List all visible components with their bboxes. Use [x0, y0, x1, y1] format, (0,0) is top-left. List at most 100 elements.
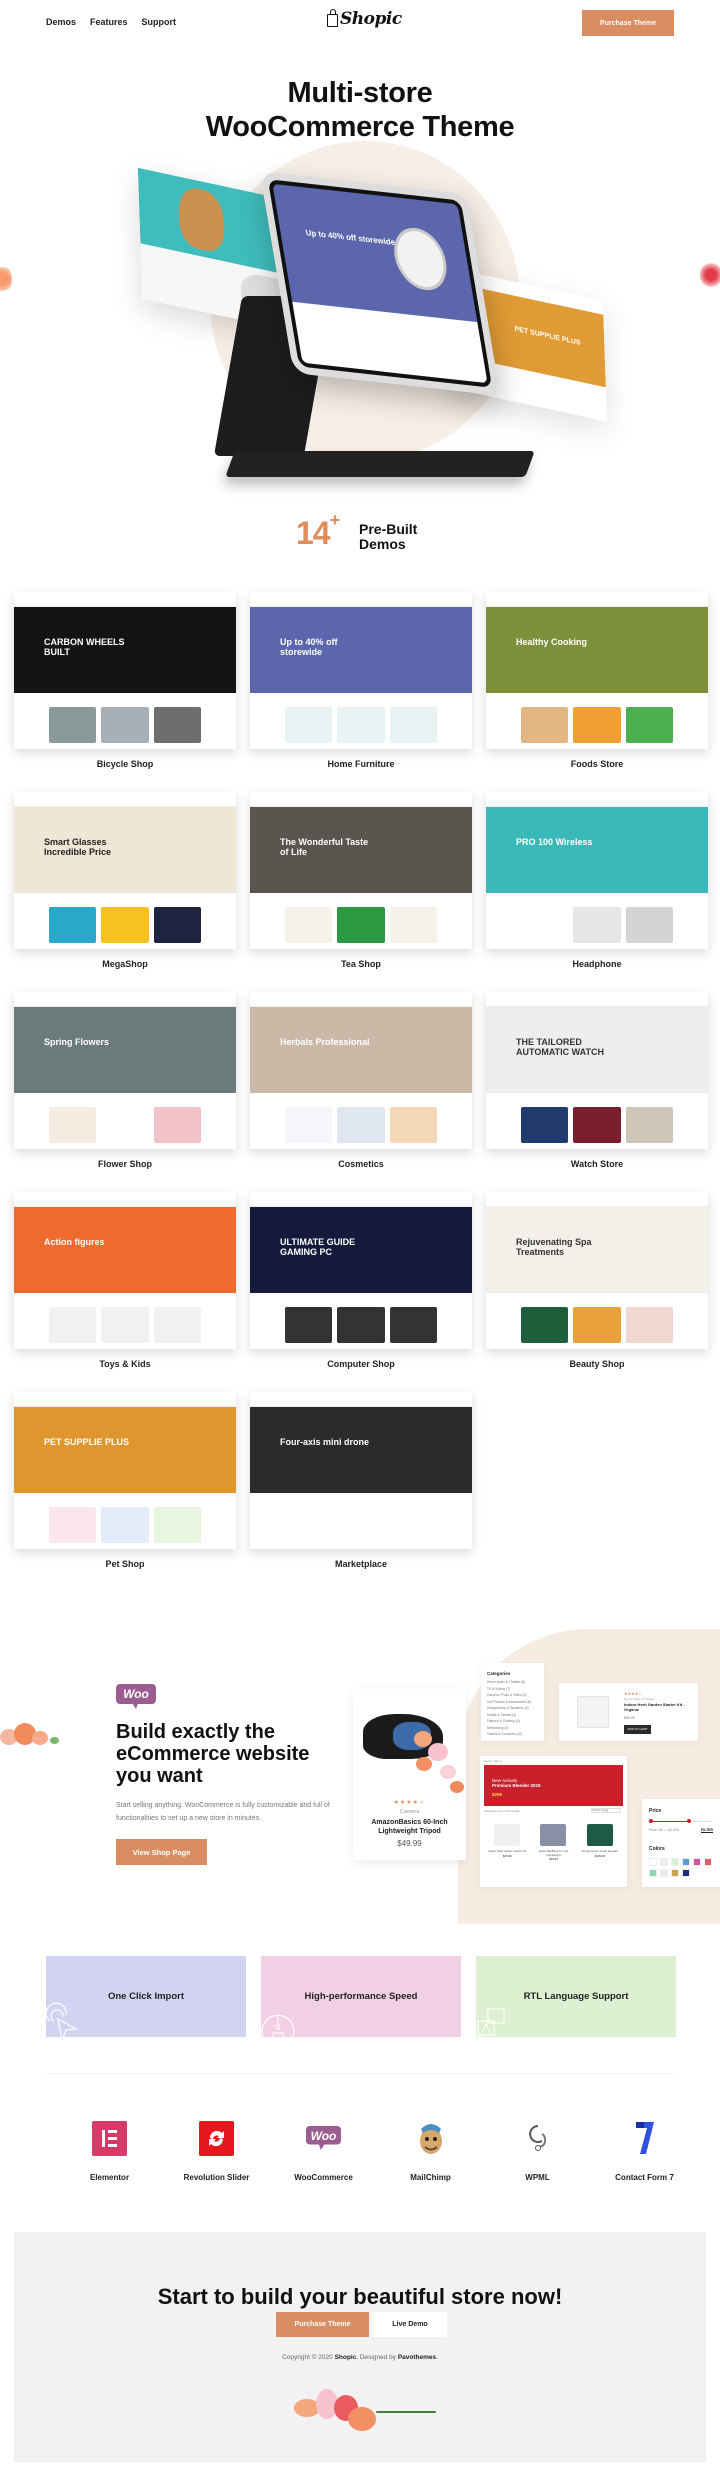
integration-item[interactable]: Contact Form 7: [591, 2114, 698, 2214]
demo-thumbnail[interactable]: The Wonderful Taste of Life: [250, 791, 472, 949]
thumb-banner: Herbals Professional: [250, 1007, 472, 1093]
color-swatch[interactable]: [660, 1869, 668, 1877]
demo-name[interactable]: Watch Store: [486, 1159, 708, 1169]
slider-handle-low[interactable]: [649, 1819, 653, 1823]
demo-thumbnail[interactable]: Rejuvenating Spa Treatments: [486, 1191, 708, 1349]
woocommerce-logo-icon: Woo: [116, 1684, 156, 1709]
demo-thumbnail[interactable]: Four-axis mini drone: [250, 1391, 472, 1549]
color-swatch[interactable]: [649, 1858, 657, 1866]
demo-card[interactable]: Spring Flowers Flower Shop: [14, 986, 236, 1186]
filter-button[interactable]: FILTER: [701, 1828, 713, 1832]
thumb-content: [486, 693, 708, 749]
demo-thumbnail[interactable]: Herbals Professional: [250, 991, 472, 1149]
demo-thumbnail[interactable]: Up to 40% off storewide: [250, 591, 472, 749]
logo[interactable]: Shopic: [327, 9, 402, 29]
demo-thumbnail[interactable]: PET SUPPLIE PLUS: [14, 1391, 236, 1549]
feature-card[interactable]: One Click Import: [46, 1956, 246, 2037]
live-demo-button[interactable]: Live Demo: [373, 2312, 447, 2337]
color-swatch[interactable]: [660, 1858, 668, 1866]
demo-name[interactable]: Bicycle Shop: [14, 759, 236, 769]
purchase-theme-button[interactable]: Purchase Theme: [582, 10, 674, 36]
price-range-text: Price: $5 — $1,024: [649, 1828, 679, 1832]
demo-card[interactable]: PET SUPPLIE PLUS Pet Shop: [14, 1386, 236, 1586]
copyright-prefix: Copyright © 2020: [282, 2354, 335, 2361]
shop-product[interactable]: Indoor Herb Garden Starter Kit $25.99: [486, 1818, 528, 1882]
thumb-content: [486, 1093, 708, 1149]
demo-name[interactable]: Toys & Kids: [14, 1359, 236, 1369]
demo-name[interactable]: MegaShop: [14, 959, 236, 969]
demo-thumbnail[interactable]: CARBON WHEELS BUILT: [14, 591, 236, 749]
category-item[interactable]: Games & Consoles (10): [487, 1731, 538, 1738]
add-to-cart-button[interactable]: ADD TO CART: [624, 1725, 651, 1734]
thumb-tile: [389, 707, 437, 743]
demo-name[interactable]: Home Furniture: [250, 759, 472, 769]
nav-features[interactable]: Features: [90, 17, 128, 27]
demo-name[interactable]: Headphone: [486, 959, 708, 969]
demo-name[interactable]: Pet Shop: [14, 1559, 236, 1569]
demo-card[interactable]: CARBON WHEELS BUILT Bicycle Shop: [14, 586, 236, 786]
view-shop-page-button[interactable]: View Shop Page: [116, 1839, 207, 1865]
demo-card[interactable]: PRO 100 Wireless Headphone: [486, 786, 708, 986]
thumb-content: [14, 893, 236, 949]
nav-support[interactable]: Support: [142, 17, 177, 27]
shop-product[interactable]: Google Home Smart Speaker $129.99: [579, 1818, 621, 1882]
color-swatch[interactable]: [649, 1869, 657, 1877]
color-swatch[interactable]: [693, 1858, 701, 1866]
copyright-brand-link[interactable]: Shopic: [335, 2354, 357, 2361]
copyright-author-link[interactable]: Pavothemes: [398, 2354, 436, 2361]
color-swatch[interactable]: [671, 1858, 679, 1866]
thumb-tile: [49, 1307, 97, 1343]
thumb-banner: CARBON WHEELS BUILT: [14, 607, 236, 693]
integration-item[interactable]: MailChimp: [377, 2114, 484, 2214]
color-swatch[interactable]: [682, 1858, 690, 1866]
integration-name: WPML: [525, 2173, 550, 2182]
demo-thumbnail[interactable]: Smart Glasses Incredible Price: [14, 791, 236, 949]
demo-card[interactable]: Smart Glasses Incredible Price MegaShop: [14, 786, 236, 986]
demo-thumbnail[interactable]: THE TAILORED AUTOMATIC WATCH: [486, 991, 708, 1149]
demo-thumbnail[interactable]: PRO 100 Wireless: [486, 791, 708, 949]
demo-name[interactable]: Computer Shop: [250, 1359, 472, 1369]
feature-card[interactable]: RTL Language Support: [476, 1956, 676, 2037]
demo-thumbnail[interactable]: Action figures: [14, 1191, 236, 1349]
demo-card[interactable]: THE TAILORED AUTOMATIC WATCH Watch Store: [486, 986, 708, 1186]
demo-name[interactable]: Foods Store: [486, 759, 708, 769]
integration-item[interactable]: WPML: [484, 2114, 591, 2214]
demo-thumbnail[interactable]: ULTIMATE GUIDE GAMING PC: [250, 1191, 472, 1349]
thumb-navbar: [250, 797, 472, 807]
demo-name[interactable]: Flower Shop: [14, 1159, 236, 1169]
demo-name[interactable]: Beauty Shop: [486, 1359, 708, 1369]
integration-item[interactable]: Woo WooCommerce: [270, 2114, 377, 2214]
demo-name[interactable]: Cosmetics: [250, 1159, 472, 1169]
purchase-theme-button[interactable]: Purchase Theme: [276, 2312, 369, 2337]
demo-thumbnail[interactable]: Healthy Cooking: [486, 591, 708, 749]
nav-demos[interactable]: Demos: [46, 17, 76, 27]
demo-card[interactable]: Rejuvenating Spa Treatments Beauty Shop: [486, 1186, 708, 1386]
item-name[interactable]: Indoor Herb Garden Starter Kit - Organic: [624, 1702, 698, 1712]
thumb-tiles: [285, 907, 437, 943]
demo-card[interactable]: Healthy Cooking Foods Store: [486, 586, 708, 786]
demo-card[interactable]: The Wonderful Taste of Life Tea Shop: [250, 786, 472, 986]
demo-card[interactable]: Herbals Professional Cosmetics: [250, 986, 472, 1186]
color-swatch[interactable]: [671, 1869, 679, 1877]
demo-card[interactable]: Up to 40% off storewide Home Furniture: [250, 586, 472, 786]
demo-card[interactable]: Four-axis mini drone Marketplace: [250, 1386, 472, 1586]
thumb-tiles: [521, 1107, 673, 1143]
product-image: [586, 1824, 613, 1846]
integration-item[interactable]: Elementor: [56, 2114, 163, 2214]
demo-name[interactable]: Tea Shop: [250, 959, 472, 969]
shop-product[interactable]: Apple MacBook 12-Inch Lightweight $49.99: [532, 1818, 574, 1882]
sort-select[interactable]: Default sorting: [591, 1808, 621, 1813]
demo-card[interactable]: Action figures Toys & Kids: [14, 1186, 236, 1386]
color-swatches: [649, 1858, 713, 1877]
categories-widget: Categories Home Audio & Theater (6) TV & …: [481, 1663, 544, 1741]
feature-card[interactable]: High-performance Speed: [261, 1956, 461, 2037]
integration-item[interactable]: Revolution Slider: [163, 2114, 270, 2214]
thumb-navbar: [14, 997, 236, 1007]
demo-name[interactable]: Marketplace: [250, 1559, 472, 1569]
color-swatch[interactable]: [704, 1858, 712, 1866]
slider-handle-high[interactable]: [686, 1819, 691, 1823]
price-slider[interactable]: [649, 1818, 713, 1826]
demo-card[interactable]: ULTIMATE GUIDE GAMING PC Computer Shop: [250, 1186, 472, 1386]
color-swatch[interactable]: [682, 1869, 690, 1877]
demo-thumbnail[interactable]: Spring Flowers: [14, 991, 236, 1149]
